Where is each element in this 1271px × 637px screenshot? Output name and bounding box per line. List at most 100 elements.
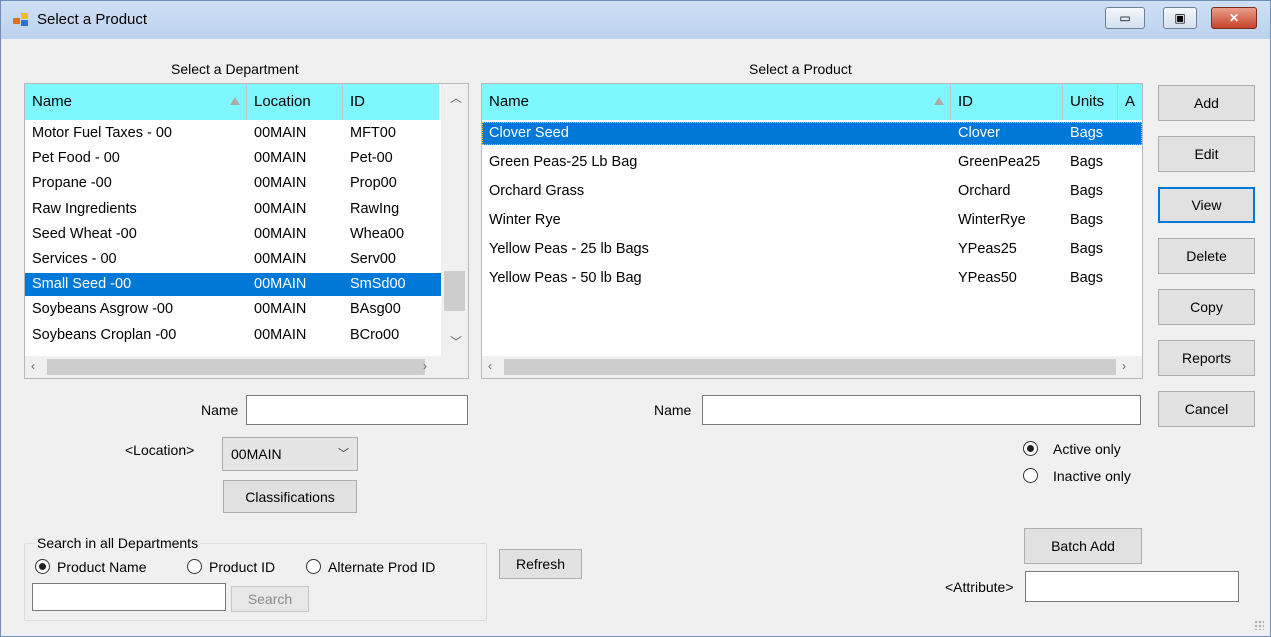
- radio-product-id[interactable]: [187, 559, 202, 574]
- scroll-down-icon[interactable]: ﹀: [450, 336, 462, 348]
- batch-add-button[interactable]: Batch Add: [1024, 528, 1142, 564]
- cell-location: 00MAIN: [254, 175, 307, 192]
- column-header-location[interactable]: Location: [247, 84, 343, 120]
- cell-id: MFT00: [350, 125, 396, 141]
- cell-name: Orchard Grass: [489, 183, 585, 199]
- cell-id: BAsg00: [350, 301, 401, 318]
- view-button[interactable]: View: [1158, 187, 1255, 223]
- reports-button[interactable]: Reports: [1158, 340, 1255, 376]
- column-header-units[interactable]: Units: [1063, 84, 1118, 120]
- attribute-input[interactable]: [1025, 571, 1239, 602]
- product-grid[interactable]: Name ID Units A Clover Seed Clover Bags Gre…: [481, 83, 1143, 379]
- cell-units: Bags: [1070, 270, 1104, 286]
- add-button[interactable]: Add: [1158, 85, 1255, 121]
- radio-product-name-label: Product Name: [57, 559, 147, 575]
- department-grid-header: Name Location ID: [25, 84, 439, 120]
- radio-inactive-only-label: Inactive only: [1053, 468, 1131, 484]
- cell-location: 00MAIN: [254, 276, 307, 293]
- cell-id: Clover: [958, 125, 1000, 141]
- sort-ascending-icon: [230, 97, 240, 105]
- radio-inactive-only[interactable]: [1023, 468, 1038, 483]
- cell-name: Raw Ingredients: [32, 200, 137, 217]
- window-title: Select a Product: [37, 11, 148, 28]
- radio-active-only[interactable]: [1023, 441, 1038, 456]
- cell-location: 00MAIN: [254, 200, 307, 217]
- table-row[interactable]: Green Peas-25 Lb Bag GreenPea25 Bags: [482, 151, 1142, 174]
- cancel-button[interactable]: Cancel: [1158, 391, 1255, 427]
- cell-name: Winter Rye: [489, 212, 561, 228]
- scroll-left-icon[interactable]: ‹: [31, 360, 35, 372]
- edit-button[interactable]: Edit: [1158, 136, 1255, 172]
- table-row[interactable]: Clover Seed Clover Bags: [482, 122, 1142, 145]
- refresh-button[interactable]: Refresh: [499, 549, 582, 579]
- copy-button[interactable]: Copy: [1158, 289, 1255, 325]
- department-grid[interactable]: Name Location ID Motor Fuel Taxes - 00 00…: [24, 83, 469, 379]
- column-header-name[interactable]: Name: [482, 84, 951, 120]
- department-heading: Select a Department: [171, 61, 299, 77]
- product-name-label: Name: [654, 402, 692, 418]
- table-row[interactable]: Motor Fuel Taxes - 00 00MAIN MFT00: [25, 122, 441, 145]
- chevron-down-icon: ﹀: [338, 448, 349, 460]
- column-header-id[interactable]: ID: [343, 84, 439, 120]
- app-icon: [13, 13, 29, 27]
- cell-name: Soybeans Croplan -00: [32, 326, 177, 343]
- cell-units: Bags: [1070, 212, 1104, 228]
- search-input[interactable]: [32, 583, 226, 611]
- table-row[interactable]: Yellow Peas - 50 lb Bag YPeas50 Bags: [482, 267, 1142, 290]
- minimize-button[interactable]: ▭: [1105, 7, 1145, 29]
- cell-name: Small Seed -00: [32, 276, 132, 293]
- delete-button[interactable]: Delete: [1158, 238, 1255, 274]
- cell-name: Yellow Peas - 25 lb Bags: [489, 241, 649, 257]
- department-horizontal-scrollbar[interactable]: ‹ ›: [25, 356, 468, 378]
- table-row[interactable]: Seed Wheat -00 00MAIN Whea00: [25, 223, 441, 246]
- search-button[interactable]: Search: [231, 586, 309, 612]
- table-row[interactable]: Soybeans Croplan -00 00MAIN BCro00: [25, 324, 441, 347]
- cell-id: Serv00: [350, 251, 396, 267]
- table-row[interactable]: Small Seed -00 00MAIN SmSd00: [25, 273, 441, 297]
- department-hscroll-thumb[interactable]: [47, 359, 425, 375]
- cell-id: YPeas25: [958, 241, 1017, 257]
- department-scroll-thumb[interactable]: [444, 271, 465, 311]
- department-vertical-scrollbar[interactable]: ︿ ﹀: [441, 84, 468, 356]
- product-name-input[interactable]: [702, 395, 1141, 425]
- location-label: <Location>: [125, 442, 195, 458]
- table-row[interactable]: Propane -00 00MAIN Prop00: [25, 172, 441, 195]
- cell-units: Bags: [1070, 154, 1104, 170]
- department-name-input[interactable]: [246, 395, 468, 425]
- cell-location: 00MAIN: [254, 326, 307, 343]
- location-select[interactable]: 00MAIN ﹀: [222, 437, 358, 471]
- cell-location: 00MAIN: [254, 125, 307, 141]
- column-header-id[interactable]: ID: [951, 84, 1063, 120]
- table-row[interactable]: Services - 00 00MAIN Serv00: [25, 248, 441, 271]
- classifications-button[interactable]: Classifications: [223, 480, 357, 513]
- department-name-label: Name: [201, 402, 239, 418]
- scroll-up-icon[interactable]: ︿: [450, 92, 462, 104]
- table-row[interactable]: Winter Rye WinterRye Bags: [482, 209, 1142, 232]
- maximize-button[interactable]: ▣: [1163, 7, 1197, 29]
- close-icon: ✕: [1228, 11, 1240, 25]
- scroll-right-icon[interactable]: ›: [1122, 360, 1126, 372]
- radio-product-name[interactable]: [35, 559, 50, 574]
- cell-name: Seed Wheat -00: [32, 225, 137, 242]
- cell-id: SmSd00: [350, 276, 406, 293]
- table-row[interactable]: Raw Ingredients 00MAIN RawIng: [25, 198, 441, 221]
- cell-name: Clover Seed: [489, 125, 569, 141]
- cell-name: Green Peas-25 Lb Bag: [489, 154, 638, 170]
- column-header-name[interactable]: Name: [25, 84, 247, 120]
- cell-name: Yellow Peas - 50 lb Bag: [489, 270, 642, 286]
- cell-id: Whea00: [350, 225, 405, 242]
- product-hscroll-thumb[interactable]: [504, 359, 1116, 375]
- table-row[interactable]: Yellow Peas - 25 lb Bags YPeas25 Bags: [482, 238, 1142, 261]
- table-row[interactable]: Pet Food - 00 00MAIN Pet-00: [25, 147, 441, 170]
- table-row[interactable]: Orchard Grass Orchard Bags: [482, 180, 1142, 203]
- product-horizontal-scrollbar[interactable]: ‹ ›: [482, 356, 1142, 378]
- table-row[interactable]: Soybeans Asgrow -00 00MAIN BAsg00: [25, 298, 441, 321]
- scroll-left-icon[interactable]: ‹: [488, 360, 492, 372]
- cell-id: YPeas50: [958, 270, 1017, 286]
- radio-alternate-prod-id[interactable]: [306, 559, 321, 574]
- column-header-attribute[interactable]: A: [1118, 84, 1142, 120]
- close-button[interactable]: ✕: [1211, 7, 1257, 29]
- cell-location: 00MAIN: [254, 150, 307, 167]
- resize-grip-icon[interactable]: [1254, 620, 1264, 630]
- scroll-right-icon[interactable]: ›: [423, 360, 427, 372]
